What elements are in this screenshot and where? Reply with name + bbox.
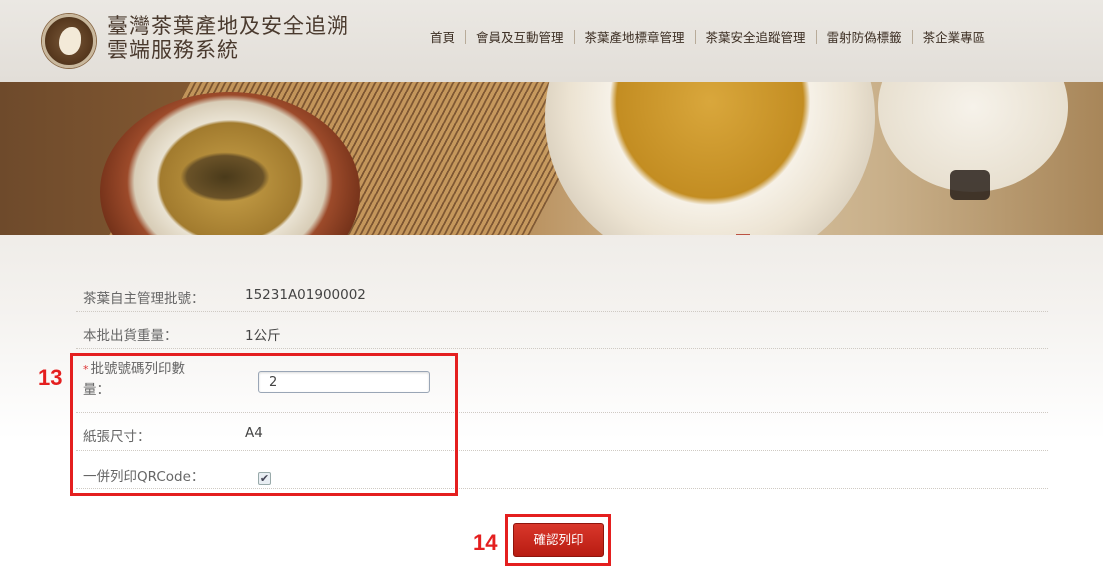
batch-label: 茶葉自主管理批號： <box>83 291 205 307</box>
nav-safety-trace[interactable]: 茶葉安全追蹤管理 <box>696 27 816 46</box>
site-title-line2: 雲端服務系統 <box>107 38 239 62</box>
nav-origin-label[interactable]: 茶葉產地標章管理 <box>575 27 695 46</box>
quantity-label: 本批出貨重量： <box>83 328 178 344</box>
nav-member[interactable]: 會員及互動管理 <box>466 27 574 46</box>
site-logo-icon[interactable] <box>42 14 96 68</box>
site-title: 臺灣茶葉產地及安全追溯 雲端服務系統 <box>107 14 377 62</box>
step-13-label: 13 <box>38 365 63 390</box>
nav-laser-label[interactable]: 雷射防偽標籤 <box>817 27 912 46</box>
form-row-batch: 茶葉自主管理批號： 15231A01900002 <box>76 283 1048 312</box>
confirm-print-button[interactable]: 確認列印 <box>513 523 604 557</box>
quantity-value: 1公斤 <box>245 328 281 344</box>
form-row-quantity: 本批出貨重量： 1公斤 <box>76 312 1048 349</box>
tea-banner-image <box>0 82 1103 235</box>
main-nav: 首頁 會員及互動管理 茶葉產地標章管理 茶葉安全追蹤管理 雷射防偽標籤 茶企業專… <box>420 27 995 46</box>
batch-value: 15231A01900002 <box>245 287 366 303</box>
site-header: 臺灣茶葉產地及安全追溯 雲端服務系統 首頁 會員及互動管理 茶葉產地標章管理 茶… <box>0 0 1103 82</box>
annotation-box-13 <box>70 353 458 496</box>
nav-home[interactable]: 首頁 <box>420 27 465 46</box>
site-title-line1: 臺灣茶葉產地及安全追溯 <box>107 14 349 38</box>
porcelain-tea-bowl <box>545 82 875 235</box>
tea-leaf <box>180 152 270 202</box>
cup-calligraphy <box>950 170 990 200</box>
nav-enterprise[interactable]: 茶企業專區 <box>913 27 996 46</box>
red-seal-stamp <box>736 234 750 235</box>
step-14-label: 14 <box>473 530 498 555</box>
